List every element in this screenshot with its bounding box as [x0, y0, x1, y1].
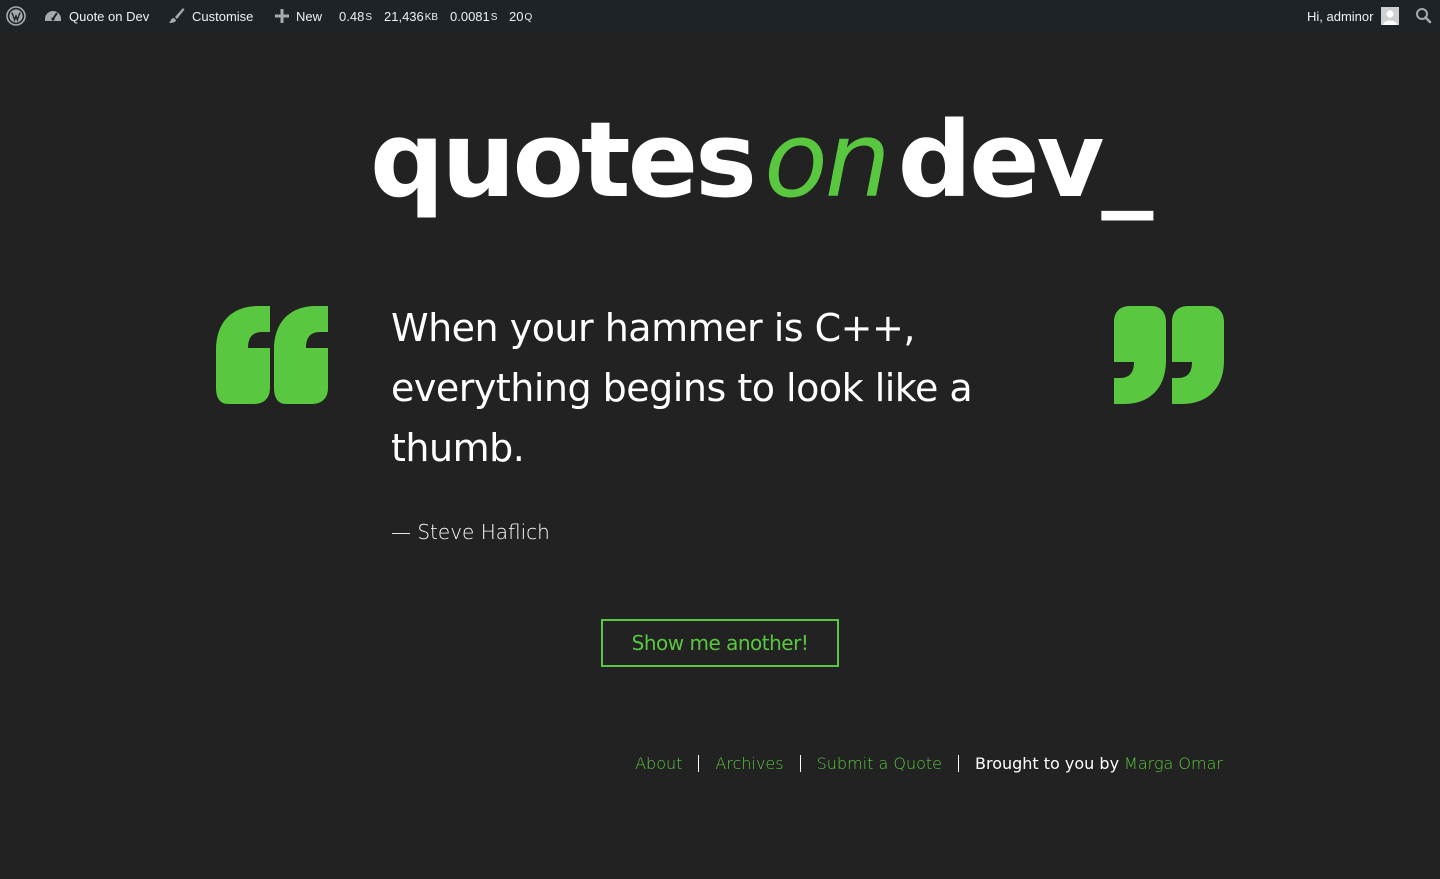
quote-author: — Steve Haflich [391, 520, 550, 544]
query-monitor-db-time[interactable]: 0.0081 S [450, 0, 497, 32]
query-monitor-memory[interactable]: 21,436 KB [384, 0, 438, 32]
site-title-on: on [764, 99, 891, 221]
site-title-logo[interactable]: quotesondev_ [370, 95, 1153, 225]
quote-text: When your hammer is C++, everything begi… [391, 306, 973, 470]
footer-divider [799, 754, 801, 772]
footer-divider [698, 754, 700, 772]
customise-button[interactable]: Customise [166, 0, 253, 32]
new-content-button[interactable]: New [272, 0, 322, 32]
footer-link-archives[interactable]: Archives [715, 754, 783, 773]
customise-label: Customise [192, 8, 254, 24]
dashboard-gauge-icon [45, 11, 61, 21]
query-monitor-time[interactable]: 0.48 S [339, 0, 372, 32]
site-footer: About Archives Submit a Quote Brought to… [635, 750, 1223, 776]
my-account-menu[interactable]: Hi, adminor [1307, 0, 1400, 32]
open-quote-icon [216, 306, 328, 404]
footer-link-submit-quote[interactable]: Submit a Quote [817, 754, 942, 773]
user-avatar-icon [1381, 7, 1400, 25]
plus-icon [275, 9, 289, 23]
new-label: New [296, 8, 323, 24]
footer-divider [957, 754, 959, 772]
site-name-label: Quote on Dev [69, 8, 150, 24]
query-monitor-queries[interactable]: 20 Q [509, 0, 532, 32]
site-title-dev: dev_ [897, 99, 1154, 221]
site-name-menu[interactable]: Quote on Dev [43, 0, 149, 32]
search-icon [1416, 8, 1432, 24]
site-title-quotes: quotes [370, 99, 757, 221]
greeting-label: Hi, adminor [1307, 8, 1374, 24]
close-quote-icon [1114, 306, 1224, 404]
admin-search-button[interactable] [1414, 0, 1434, 32]
wordpress-icon [6, 6, 26, 26]
paintbrush-icon [169, 8, 185, 23]
footer-credit: Brought to you by Marga Omar [975, 754, 1223, 773]
footer-credit-prefix: Brought to you by [974, 753, 1120, 773]
avatar [1381, 7, 1400, 25]
show-another-button[interactable]: Show me another! [601, 619, 839, 667]
wordpress-logo-button[interactable] [6, 0, 26, 32]
footer-author-link[interactable]: Marga Omar [1124, 754, 1223, 773]
admin-bar: Quote on Dev Customise New 0.48 S 21,436 K… [0, 0, 1440, 32]
footer-link-about[interactable]: About [635, 754, 682, 773]
